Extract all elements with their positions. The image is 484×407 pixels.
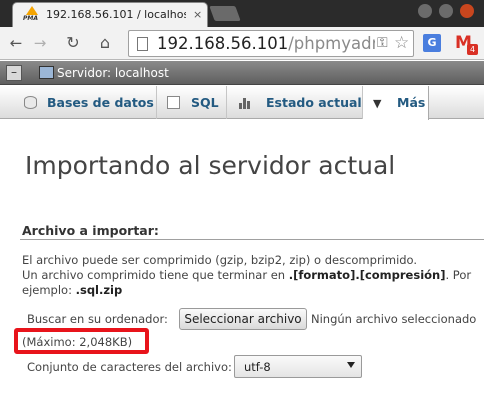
phpmyadmin-favicon-icon: PMA <box>23 6 41 24</box>
section-title: Archivo a importar: <box>22 223 159 238</box>
forward-arrow-icon[interactable]: → <box>30 33 50 53</box>
desc-text: Un archivo comprimido tiene que terminar… <box>22 268 289 282</box>
maximize-button[interactable] <box>439 4 453 18</box>
sql-icon <box>167 96 180 109</box>
url-text: 192.168.56.101/phpmyadmin/i <box>157 34 375 53</box>
desc-format: .[formato].[compresión] <box>288 268 446 282</box>
close-window-button[interactable] <box>460 4 474 18</box>
charset-label: Conjunto de caracteres del archivo: <box>27 360 232 374</box>
file-status: Ningún archivo seleccionado <box>311 312 477 326</box>
description-line-1: El archivo puede ser comprimido (gzip, b… <box>22 253 418 267</box>
top-menu: Bases de datos SQL Estado actual ▼ Más <box>0 86 484 120</box>
charset-select[interactable]: utf-8 <box>234 355 362 378</box>
reload-icon[interactable]: ↻ <box>63 33 83 53</box>
tab-label: Bases de datos <box>47 95 154 110</box>
select-file-button[interactable]: Seleccionar archivo <box>179 308 307 330</box>
desc-text: . Por <box>445 268 472 282</box>
page-title: Importando al servidor actual <box>25 151 396 180</box>
url-path: /phpmyadmin/i <box>288 34 375 53</box>
description-line-3: ejemplo: .sql.zip <box>22 283 122 297</box>
gmail-extension-icon[interactable]: M 4 <box>455 33 478 55</box>
tab-sql[interactable]: SQL <box>157 86 227 119</box>
gmail-badge: 4 <box>467 44 478 55</box>
new-tab-button[interactable] <box>209 6 241 21</box>
tab-label: Más <box>397 95 426 110</box>
key-icon[interactable]: ⚿ <box>377 35 388 51</box>
tab-close-icon[interactable]: × <box>193 8 202 21</box>
tab-status[interactable]: Estado actual <box>227 86 363 119</box>
server-breadcrumb[interactable]: Servidor: localhost <box>57 66 169 80</box>
desc-text: ejemplo: <box>22 283 76 297</box>
browser-toolbar: ← → ↻ ⌂ 192.168.56.101/phpmyadmin/i ⚿ ☆ … <box>0 27 484 60</box>
tab-title: 192.168.56.101 / localhost <box>46 8 186 21</box>
status-chart-icon <box>239 96 252 109</box>
database-icon <box>24 96 37 109</box>
bookmark-star-icon[interactable]: ☆ <box>394 33 409 53</box>
tab-more[interactable]: ▼ Más <box>363 86 429 120</box>
desc-example: .sql.zip <box>75 283 123 297</box>
collapse-navigation-button[interactable]: – <box>6 65 22 81</box>
max-size-label: (Máximo: 2,048KB) <box>22 335 133 349</box>
url-host: 192.168.56.101 <box>157 34 289 53</box>
tab-label: SQL <box>191 95 219 110</box>
description-line-2: Un archivo comprimido tiene que terminar… <box>22 268 471 282</box>
browser-tab-strip: PMA 192.168.56.101 / localhost × <box>0 0 484 27</box>
section-divider <box>20 239 484 240</box>
browse-label: Buscar en su ordenador: <box>27 312 168 326</box>
page-icon <box>137 37 148 51</box>
chevron-down-icon <box>347 362 355 368</box>
server-icon <box>39 66 54 79</box>
chevron-down-icon: ▼ <box>373 97 382 110</box>
tab-databases[interactable]: Bases de datos <box>10 86 157 119</box>
browser-tab[interactable]: PMA 192.168.56.101 / localhost × <box>12 2 208 27</box>
translate-extension-icon[interactable]: G <box>423 34 441 52</box>
address-bar[interactable]: 192.168.56.101/phpmyadmin/i ⚿ ☆ <box>128 30 414 57</box>
charset-value: utf-8 <box>244 360 271 374</box>
window-controls <box>418 4 484 20</box>
minimize-button[interactable] <box>418 4 432 18</box>
tab-label: Estado actual <box>266 95 362 110</box>
home-icon[interactable]: ⌂ <box>95 33 115 53</box>
server-breadcrumb-bar: – Servidor: localhost <box>0 61 484 85</box>
back-arrow-icon[interactable]: ← <box>6 33 26 53</box>
